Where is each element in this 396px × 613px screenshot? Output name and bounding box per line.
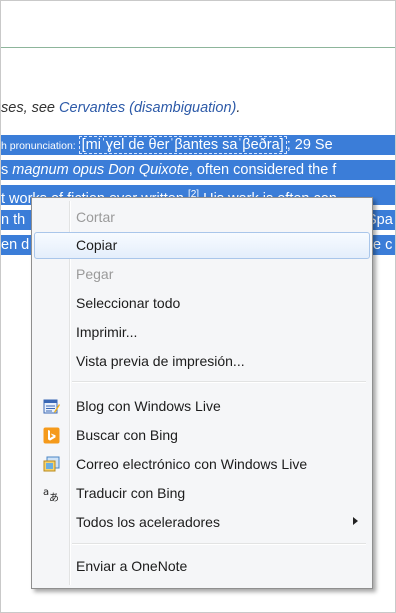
menu-item-label: Enviar a OneNote [76, 558, 188, 574]
disambiguation-link[interactable]: Cervantes (disambiguation) [59, 100, 236, 116]
submenu-arrow-icon [353, 517, 358, 525]
menu-item-pegar[interactable]: Pegar [34, 261, 370, 288]
menu-item-label: Copiar [76, 237, 118, 253]
menu-item-label: Vista previa de impresión... [76, 353, 245, 369]
context-menu: Cortar Copiar Pegar Seleccionar todo Imp… [31, 197, 373, 589]
bing-icon [43, 427, 60, 444]
text-fragment: en d [1, 237, 30, 253]
menu-item-copiar[interactable]: Copiar [34, 232, 370, 259]
menu-item-imprimir[interactable]: Imprimir... [34, 319, 370, 346]
text-fragment: s [1, 162, 13, 178]
menu-separator [72, 381, 366, 383]
menu-item-label: Buscar con Bing [76, 427, 178, 443]
menu-item-cortar[interactable]: Cortar [34, 204, 370, 231]
menu-item-label: Correo electrónico con Windows Live [76, 456, 308, 472]
ipa-text: [miˈɣel de θerˈβantes saˈβeðra] [78, 136, 287, 154]
text-fragment: , often considered the f [188, 162, 337, 178]
menu-item-label: Blog con Windows Live [76, 398, 221, 414]
header-divider [1, 47, 395, 48]
birth-date-text: ; 29 Se [286, 137, 333, 153]
don-quixote-text: magnum opus Don Quixote [12, 162, 189, 178]
menu-item-label: Imprimir... [76, 324, 138, 340]
hatnote: ses, see Cervantes (disambiguation). [1, 100, 240, 116]
hatnote-text: ses, see [1, 100, 60, 116]
menu-item-buscar-bing[interactable]: Buscar con Bing [34, 422, 370, 449]
hatnote-period: . [236, 100, 241, 116]
menu-item-label: Pegar [76, 266, 114, 282]
menu-item-todos-aceleradores[interactable]: Todos los aceleradores [34, 509, 370, 536]
menu-item-seleccionar-todo[interactable]: Seleccionar todo [34, 290, 370, 317]
blog-icon [43, 398, 60, 415]
menu-item-blog-windows-live[interactable]: Blog con Windows Live [34, 393, 370, 420]
text-fragment: n th [1, 212, 26, 228]
menu-item-label: Cortar [76, 209, 115, 225]
menu-item-label: Seleccionar todo [76, 295, 181, 311]
menu-item-label: Todos los aceleradores [76, 514, 220, 530]
menu-separator [72, 543, 366, 545]
menu-item-label: Traducir con Bing [76, 485, 186, 501]
menu-item-traducir-bing[interactable]: a あ Traducir con Bing [34, 480, 370, 507]
menu-item-enviar-onenote[interactable]: Enviar a OneNote [34, 553, 370, 580]
translate-icon: a あ [43, 485, 60, 504]
menu-item-correo-windows-live[interactable]: Correo electrónico con Windows Live [34, 451, 370, 478]
text-fragment: e c [373, 237, 393, 253]
menu-item-vista-previa[interactable]: Vista previa de impresión... [34, 348, 370, 375]
svg-text:あ: あ [49, 492, 59, 502]
selected-text-line-1[interactable]: h pronunciation: [miˈɣel de θerˈβantes s… [1, 135, 395, 155]
mail-icon [43, 456, 60, 473]
browser-page: ses, see Cervantes (disambiguation). h p… [0, 0, 396, 613]
selected-text-line-2[interactable]: s magnum opus Don Quixote, often conside… [1, 160, 395, 180]
pronunciation-label: h pronunciation: [1, 140, 79, 152]
